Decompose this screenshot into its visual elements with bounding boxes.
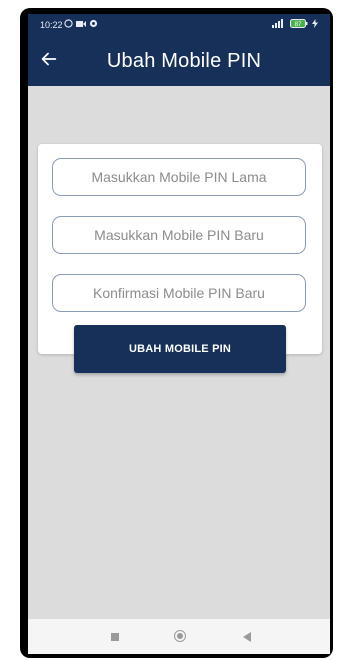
home-icon[interactable]: [174, 630, 186, 642]
old-pin-input[interactable]: [53, 159, 305, 195]
old-pin-field[interactable]: [52, 158, 306, 196]
new-pin-field[interactable]: [52, 216, 306, 254]
pin-form-card: [38, 144, 322, 354]
whatsapp-icon: [64, 19, 73, 28]
battery-level: 87: [295, 22, 302, 28]
page-title: Ubah Mobile PIN: [106, 50, 262, 72]
back-triangle-icon[interactable]: [243, 632, 251, 642]
chrome-icon: [89, 19, 98, 28]
app-screen: 10:22 87 Ubah Mobile PIN UBAH MOBILE PIN: [28, 14, 330, 654]
new-pin-input[interactable]: [53, 217, 305, 253]
status-icons-left: [64, 19, 98, 28]
app-bar: Ubah Mobile PIN: [28, 36, 330, 86]
change-pin-button[interactable]: UBAH MOBILE PIN: [74, 325, 286, 373]
video-icon: [76, 20, 86, 27]
confirm-pin-field[interactable]: [52, 274, 306, 312]
confirm-pin-input[interactable]: [53, 275, 305, 311]
recent-apps-icon[interactable]: [111, 633, 119, 641]
status-icons-right: 87: [272, 19, 318, 28]
signal-icon: [272, 19, 283, 28]
status-time: 10:22: [40, 20, 63, 30]
battery-icon: 87: [290, 19, 308, 28]
status-bar: 10:22 87: [28, 14, 330, 36]
android-nav-bar: [28, 619, 330, 654]
charging-icon: [312, 19, 318, 28]
